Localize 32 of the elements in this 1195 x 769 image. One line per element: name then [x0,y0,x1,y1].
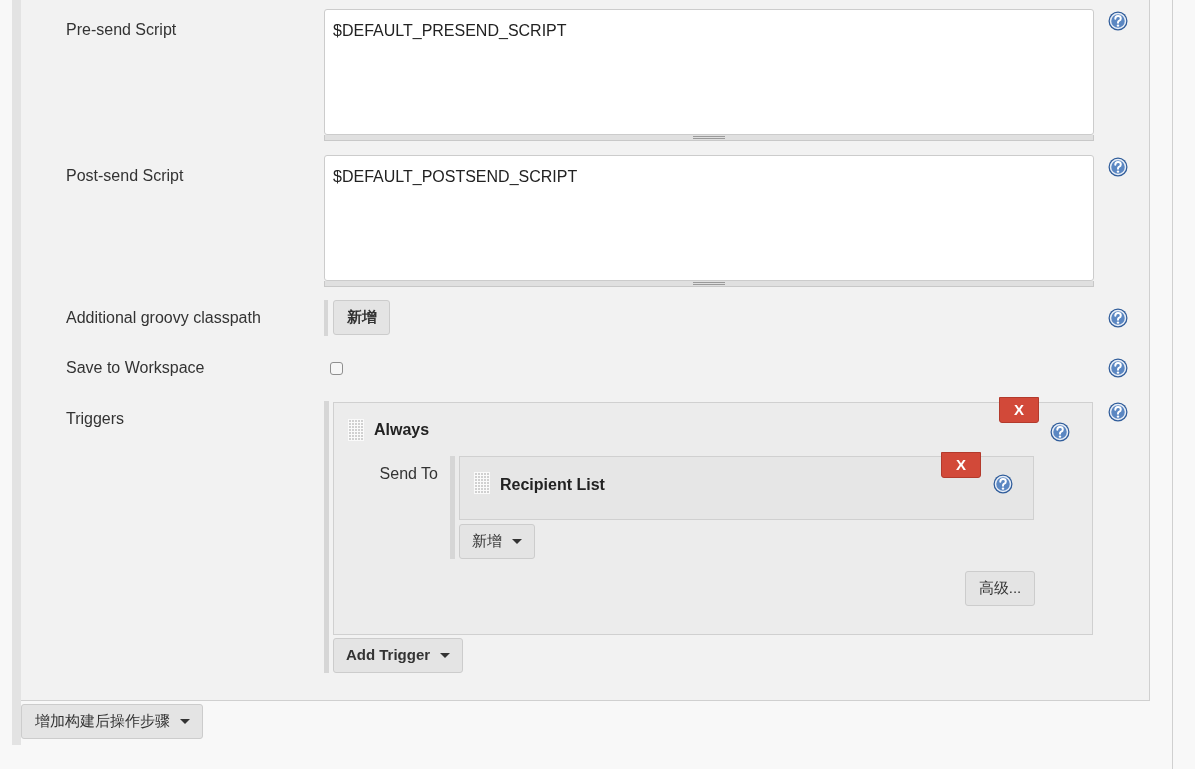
field-label: Additional groovy classpath [65,308,262,328]
add-trigger-button[interactable]: Add Trigger [333,638,463,673]
add-button[interactable]: 新增 [333,300,390,335]
field-label: Pre-send Script [65,20,178,40]
resize-handle[interactable] [324,281,1094,287]
help-icon[interactable] [1108,157,1128,177]
field-label: Send To [378,464,439,484]
drag-handle-icon[interactable] [474,472,490,494]
resize-handle[interactable] [324,135,1094,141]
caret-icon [440,653,451,658]
trigger-title: Always [374,419,430,440]
help-icon[interactable] [1108,358,1128,378]
help-icon[interactable] [1108,11,1128,31]
help-icon[interactable] [1050,422,1070,442]
add-dropdown-button[interactable]: 新增 [459,524,535,559]
script-textarea[interactable]: $DEFAULT_PRESEND_SCRIPT [324,9,1094,135]
caret-icon [512,539,522,544]
caret-icon [179,719,190,724]
field-label: Post-send Script [65,166,185,186]
drag-handle-icon[interactable] [348,418,364,441]
field-label: Triggers [65,409,126,429]
help-icon[interactable] [993,474,1013,494]
delete-button[interactable]: X [999,397,1039,423]
delete-button[interactable]: X [941,452,981,478]
help-icon[interactable] [1108,308,1128,328]
advanced-button[interactable]: 高级... [965,571,1035,606]
recipient-title: Recipient List [500,475,605,495]
script-textarea[interactable]: $DEFAULT_POSTSEND_SCRIPT [324,155,1094,281]
checkbox[interactable] [330,361,343,375]
help-icon[interactable] [1108,402,1128,422]
add-post-build-step-button[interactable]: 增加构建后操作步骤 [21,704,203,739]
field-label: Save to Workspace [65,358,206,378]
